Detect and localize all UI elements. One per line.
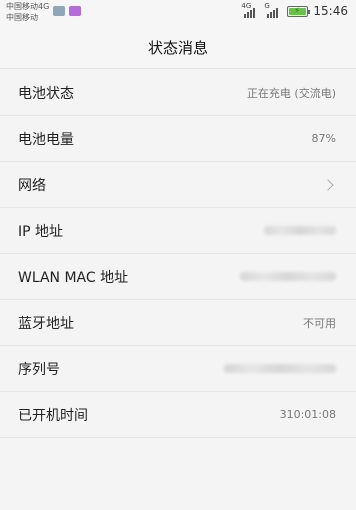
redacted-value [240,272,336,281]
charging-icon: ⚡ [294,5,301,15]
row-label: 已开机时间 [18,407,88,424]
row-label: 电池电量 [18,131,74,148]
wlan-mac-row: WLAN MAC 地址 [0,254,356,300]
row-value: 正在充电 (交流电) [246,86,336,100]
uptime-row: 已开机时间 310:01:08 [0,392,356,438]
carrier-info: 中国移动4G 中国移动 [6,1,49,23]
message-icon [69,6,81,16]
row-label: IP 地址 [18,223,64,240]
row-label: 电池状态 [18,85,74,102]
status-bar: 中国移动4G 中国移动 4G G ⚡ 15:46 [0,0,356,26]
serial-number-row: 序列号 [0,346,356,392]
redacted-value [264,226,336,235]
row-label: 蓝牙地址 [18,315,74,332]
network-row[interactable]: 网络 [0,162,356,208]
signal-icon: G [264,2,282,18]
status-right: 4G G ⚡ 15:46 [241,2,348,19]
carrier-name-1: 中国移动4G [6,2,50,11]
battery-status-row: 电池状态 正在充电 (交流电) [0,70,356,116]
row-label: 网络 [18,177,46,194]
carrier-name-2: 中国移动 [6,13,38,22]
row-label: WLAN MAC 地址 [18,269,129,286]
row-value: 87% [311,132,336,145]
battery-level-row: 电池电量 87% [0,116,356,162]
battery-icon: ⚡ [287,5,311,17]
row-value: 不可用 [303,316,336,330]
title-bar: 状态消息 [0,26,356,69]
page-title: 状态消息 [147,38,208,57]
signal-icon: 4G [241,2,259,18]
ip-address-row: IP 地址 [0,208,356,254]
gallery-icon [53,6,65,16]
row-value: 310:01:08 [279,408,336,421]
redacted-value [224,364,336,373]
status-list: 电池状态 正在充电 (交流电) 电池电量 87% 网络 IP 地址 WLAN M… [0,70,356,438]
clock: 15:46 [313,4,348,18]
chevron-right-icon [322,178,334,191]
bluetooth-address-row: 蓝牙地址 不可用 [0,300,356,346]
row-label: 序列号 [18,361,60,378]
